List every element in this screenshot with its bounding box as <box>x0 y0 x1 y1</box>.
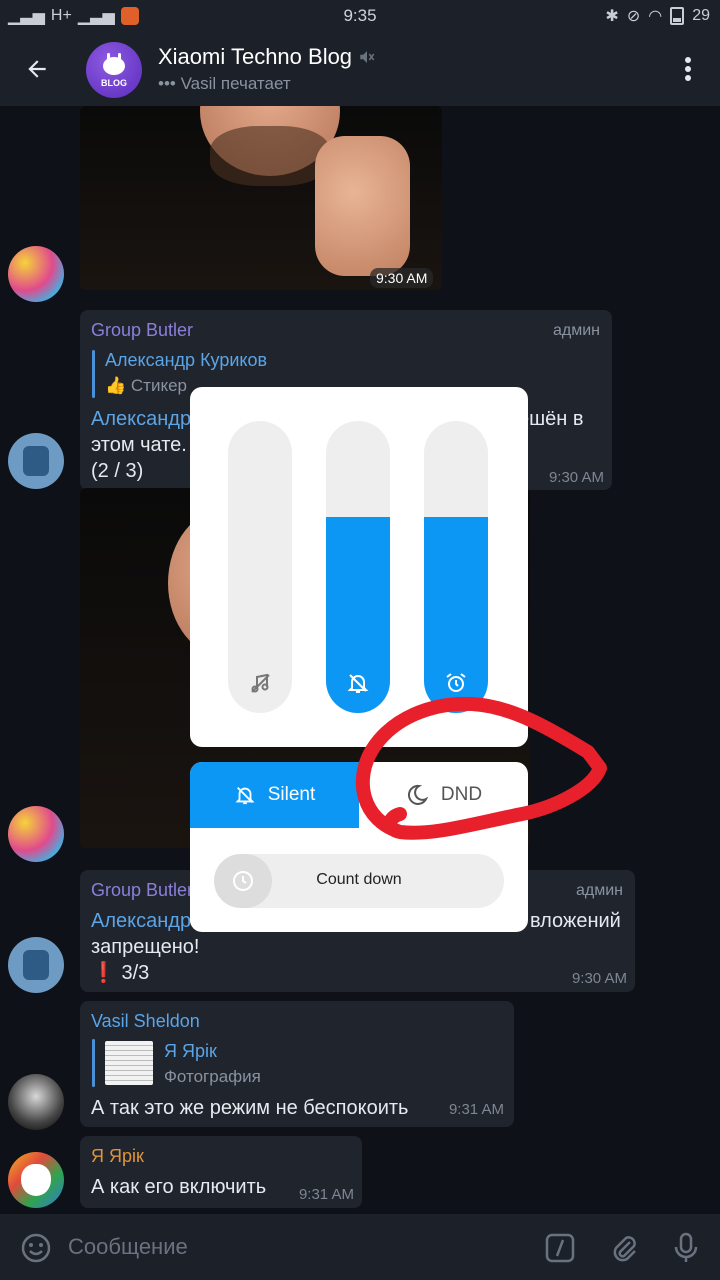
robot-icon <box>23 446 49 476</box>
message-text: А так это же режим не беспокоить <box>91 1097 409 1119</box>
alarm-icon <box>424 669 488 697</box>
reply-bar <box>92 1039 95 1087</box>
user-link[interactable]: Александр <box>91 910 191 932</box>
dog-icon <box>21 1164 51 1196</box>
bell-off-icon <box>235 787 255 805</box>
emoji-button[interactable] <box>16 1228 56 1268</box>
arrow-left-icon <box>28 60 46 78</box>
volume-panel <box>190 387 528 747</box>
typing-dots-icon: ••• <box>158 74 176 93</box>
bot-commands-button[interactable] <box>540 1228 580 1268</box>
photo-beard <box>210 126 330 186</box>
countdown-label: Count down <box>316 871 402 888</box>
avatar[interactable] <box>8 1152 64 1208</box>
avatar[interactable] <box>8 806 64 862</box>
chat-header: BLOG Xiaomi Techno Blog ••• Vasil печата… <box>0 32 720 106</box>
sender-name: Group Butler <box>91 880 194 900</box>
countdown-slider[interactable]: Count down <box>214 854 504 908</box>
reply-photo-thumbnail <box>105 1041 153 1085</box>
bluetooth-icon: ✱ <box>605 8 619 25</box>
avatar-label: BLOG <box>101 78 127 88</box>
reply-sub: Фотография <box>164 1067 261 1086</box>
mute-icon <box>360 51 375 63</box>
dnd-label: DND <box>440 784 483 805</box>
silent-mode-button[interactable]: Silent <box>190 762 359 828</box>
message-bubble[interactable]: Я Ярік А как его включить 9:31 AM <box>80 1136 362 1208</box>
media-volume-slider[interactable] <box>228 421 292 713</box>
battery-icon <box>670 7 685 25</box>
text-line: ❗ 3/3 <box>91 962 150 984</box>
status-bar: ▁▃▅ H+ ▁▃▅ 9:35 ✱ ⊘ ◠ 29 <box>0 0 720 32</box>
text-rest: вложений <box>530 910 621 932</box>
sender-name: Vasil Sheldon <box>91 1011 200 1031</box>
slash-command-icon <box>545 1233 575 1263</box>
typing-status: ••• Vasil печатает <box>158 74 291 94</box>
chat-title-row[interactable]: Xiaomi Techno Blog <box>158 44 376 70</box>
avatar[interactable] <box>8 433 64 489</box>
battery-level: 29 <box>692 7 710 24</box>
more-vertical-icon <box>685 57 691 81</box>
alarm-off-icon: ⊘ <box>626 8 641 25</box>
chat-title: Xiaomi Techno Blog <box>158 44 353 69</box>
sound-mode-panel: Silent DND Count down <box>190 762 528 932</box>
microphone-icon <box>674 1232 698 1262</box>
bell-off-icon <box>326 669 390 697</box>
avatar[interactable] <box>8 246 64 302</box>
wifi-icon: ◠ <box>648 8 663 25</box>
more-menu-button[interactable] <box>676 54 700 84</box>
sender-name: Group Butler <box>91 320 194 340</box>
silent-label: Silent <box>267 784 316 805</box>
admin-badge: админ <box>552 322 600 339</box>
attach-button[interactable] <box>604 1228 644 1268</box>
smile-icon <box>21 1233 51 1263</box>
text-line: запрещено! <box>91 936 200 958</box>
message-text: А как его включить <box>91 1176 267 1198</box>
back-button[interactable] <box>18 50 56 88</box>
message-time: 9:30 AM <box>548 469 604 486</box>
message-time: 9:30 AM <box>571 970 627 987</box>
message-input[interactable]: Сообщение <box>68 1234 188 1260</box>
robot-icon <box>23 950 49 980</box>
message-time: 9:31 AM <box>448 1101 504 1118</box>
mi-bunny-icon <box>103 53 125 75</box>
reply-name[interactable]: Я Ярік <box>164 1041 217 1062</box>
user-link[interactable]: Александр <box>91 408 191 430</box>
reply-sub: 👍 Стикер <box>105 376 187 395</box>
paperclip-icon <box>613 1236 636 1262</box>
voice-button[interactable] <box>666 1228 706 1268</box>
photo-time: 9:30 AM <box>370 268 434 288</box>
composer: Сообщение <box>0 1214 720 1280</box>
alarm-volume-slider[interactable] <box>424 421 488 713</box>
photo-thumb <box>315 136 410 276</box>
avatar[interactable] <box>8 937 64 993</box>
ringer-volume-slider[interactable] <box>326 421 390 713</box>
status-right: ✱ ⊘ ◠ 29 <box>605 6 710 26</box>
message-time: 9:31 AM <box>298 1186 354 1203</box>
reply-bar <box>92 350 95 398</box>
reply-name[interactable]: Александр Куриков <box>105 350 267 371</box>
admin-badge: админ <box>575 882 623 899</box>
music-off-icon <box>228 669 292 697</box>
sender-name: Я Ярік <box>91 1146 144 1166</box>
message-bubble[interactable]: Vasil Sheldon Я Ярік Фотография А так эт… <box>80 1001 514 1127</box>
channel-avatar[interactable]: BLOG <box>86 42 142 98</box>
avatar[interactable] <box>8 1074 64 1130</box>
photo-message[interactable]: 9:30 AM <box>80 106 442 290</box>
moon-icon <box>407 784 429 805</box>
typing-text: Vasil печатает <box>180 74 291 93</box>
dnd-mode-button[interactable]: DND <box>359 762 528 828</box>
